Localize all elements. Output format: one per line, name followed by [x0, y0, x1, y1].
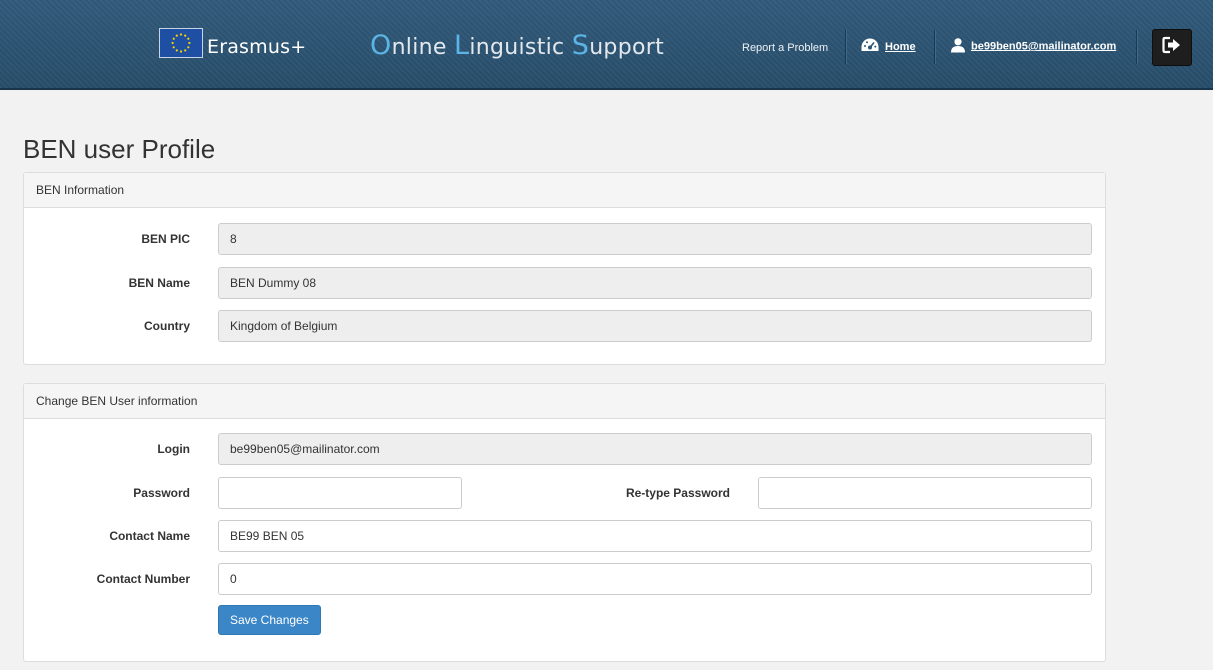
- ben-name-label: BEN Name: [128, 276, 190, 290]
- app-title-text: nline: [391, 35, 455, 60]
- password-field[interactable]: [218, 477, 462, 509]
- contact-number-label: Contact Number: [96, 572, 190, 586]
- contact-name-label: Contact Name: [109, 529, 190, 543]
- panel-heading: BEN Information: [24, 173, 1105, 208]
- ben-information-panel: BEN Information BEN PIC BEN Name Country: [23, 172, 1106, 365]
- app-title: Online Linguistic Support: [370, 30, 664, 61]
- home-link-label: Home: [885, 40, 916, 53]
- save-changes-button[interactable]: Save Changes: [218, 605, 321, 635]
- home-link[interactable]: Home: [860, 37, 916, 57]
- login-row: Login: [24, 433, 1105, 467]
- country-label: Country: [144, 319, 190, 333]
- page-title: BEN user Profile: [23, 134, 216, 164]
- user-account-link[interactable]: be99ben05@mailinator.com: [950, 37, 1116, 56]
- app-title-text: inguistic: [469, 35, 572, 60]
- app-title-letter: S: [571, 30, 590, 61]
- ben-pic-row: BEN PIC: [24, 223, 1105, 257]
- nav-divider: [1136, 30, 1138, 64]
- logout-icon: [1162, 36, 1182, 59]
- panel-heading: Change BEN User information: [24, 384, 1105, 419]
- country-row: Country: [24, 310, 1105, 344]
- country-field[interactable]: [218, 310, 1092, 342]
- change-user-information-panel: Change BEN User information Login Passwo…: [23, 383, 1106, 662]
- ben-pic-field[interactable]: [218, 223, 1092, 255]
- ben-name-field[interactable]: [218, 267, 1092, 299]
- contact-number-row: Contact Number: [24, 563, 1105, 597]
- contact-name-field[interactable]: [218, 520, 1092, 552]
- top-navbar: Erasmus+ Online Linguistic Support Repor…: [0, 0, 1213, 90]
- login-label: Login: [157, 442, 190, 456]
- app-title-letter: L: [454, 30, 470, 61]
- user-email-label: be99ben05@mailinator.com: [971, 40, 1117, 53]
- app-title-letter: O: [370, 30, 392, 61]
- retype-password-field[interactable]: [758, 477, 1092, 509]
- user-icon: [950, 37, 966, 56]
- app-title-text: upport: [589, 35, 664, 60]
- password-row: Password Re-type Password: [24, 477, 1105, 511]
- retype-password-label: Re-type Password: [625, 486, 730, 500]
- report-problem-link[interactable]: Report a Problem: [742, 42, 828, 54]
- login-field[interactable]: [218, 433, 1092, 465]
- ben-name-row: BEN Name: [24, 267, 1105, 301]
- ben-pic-label: BEN PIC: [141, 232, 190, 246]
- erasmus-brand: Erasmus+: [207, 36, 307, 58]
- contact-name-row: Contact Name: [24, 520, 1105, 554]
- logout-button[interactable]: [1152, 29, 1192, 66]
- dashboard-icon: [860, 37, 880, 57]
- nav-divider: [845, 30, 847, 64]
- contact-number-field[interactable]: [218, 563, 1092, 595]
- eu-flag-icon: [159, 28, 203, 58]
- password-label: Password: [133, 486, 190, 500]
- nav-divider: [934, 30, 936, 64]
